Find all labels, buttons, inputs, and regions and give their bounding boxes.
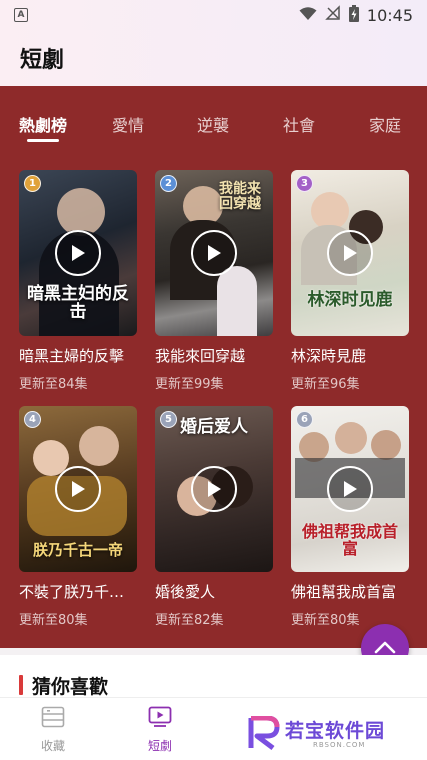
- drama-card[interactable]: 6 佛祖帮我成首富 佛祖幫我成首富 更新至80集: [291, 406, 409, 628]
- drama-title[interactable]: 我能來回穿越: [155, 345, 273, 366]
- play-icon[interactable]: [55, 230, 101, 276]
- rank-badge: 2: [160, 175, 177, 192]
- drama-card[interactable]: 4 朕乃千古一帝 不裝了朕乃千古一帝 更新至80集: [19, 406, 137, 628]
- play-icon[interactable]: [191, 230, 237, 276]
- status-left: A: [14, 8, 28, 22]
- drama-card[interactable]: 3 林深时见鹿 林深時見鹿 更新至96集: [291, 170, 409, 392]
- drama-update-status: 更新至82集: [155, 613, 224, 628]
- drama-title[interactable]: 婚後愛人: [155, 581, 273, 602]
- tab-society[interactable]: 社會: [283, 112, 315, 136]
- drama-card[interactable]: 1 暗黑主妇的反击 暗黑主婦的反擊 更新至84集: [19, 170, 137, 392]
- drama-poster[interactable]: 5 婚后爱人: [155, 406, 273, 572]
- watermark-logo-icon: [247, 715, 281, 754]
- nav-favorites[interactable]: 收藏: [13, 706, 93, 754]
- drama-poster[interactable]: 3 林深时见鹿: [291, 170, 409, 336]
- nav-short-drama[interactable]: 短劇: [120, 706, 200, 754]
- tv-play-icon: [148, 706, 172, 732]
- tab-family[interactable]: 家庭: [369, 112, 401, 136]
- section-accent-bar: [19, 675, 23, 695]
- rank-badge: 6: [296, 411, 313, 428]
- poster-title: 我能来回穿越: [219, 181, 261, 213]
- poster-title: 林深时见鹿: [307, 290, 393, 311]
- page-title: 短劇: [20, 48, 65, 73]
- rank-badge: 3: [296, 175, 313, 192]
- play-icon[interactable]: [327, 230, 373, 276]
- poster-title: 佛祖帮我成首富: [301, 521, 398, 559]
- wifi-icon: [299, 6, 317, 25]
- play-icon[interactable]: [327, 466, 373, 512]
- battery-charging-icon: [348, 4, 359, 26]
- rank-badge: 4: [24, 411, 41, 428]
- notification-a-icon: A: [14, 8, 28, 22]
- status-bar: A 10:45: [0, 0, 427, 30]
- status-right: 10:45: [299, 4, 413, 26]
- drama-update-status: 更新至84集: [19, 377, 88, 392]
- tab-hot-ranking[interactable]: 熱劇榜: [19, 112, 67, 136]
- drama-ranking-panel: 熱劇榜 愛情 逆襲 社會 家庭 1 暗黑主妇的反击 暗黑主婦的反擊 更新至84集…: [0, 86, 427, 648]
- drama-poster[interactable]: 4 朕乃千古一帝: [19, 406, 137, 572]
- nav-short-drama-label: 短劇: [147, 739, 172, 753]
- play-icon[interactable]: [55, 466, 101, 512]
- drama-title[interactable]: 林深時見鹿: [291, 345, 409, 366]
- recommend-section: 猜你喜歡: [0, 655, 427, 700]
- tab-active-underline: [27, 139, 59, 142]
- section-title: 猜你喜歡: [32, 676, 109, 698]
- drama-poster[interactable]: 6 佛祖帮我成首富: [291, 406, 409, 572]
- nav-favorites-label: 收藏: [40, 739, 65, 753]
- tab-comeback[interactable]: 逆襲: [197, 112, 229, 136]
- watermark-subtext: RBSON.COM: [313, 741, 366, 749]
- watermark-text: 若宝软件园: [285, 720, 386, 742]
- drama-card[interactable]: 5 婚后爱人 婚後愛人 更新至82集: [155, 406, 273, 628]
- drama-update-status: 更新至96集: [291, 377, 360, 392]
- drama-update-status: 更新至99集: [155, 377, 224, 392]
- drama-card[interactable]: 2 我能来回穿越 我能來回穿越 更新至99集: [155, 170, 273, 392]
- status-time: 10:45: [366, 5, 413, 25]
- drama-poster[interactable]: 1 暗黑主妇的反击: [19, 170, 137, 336]
- drama-title[interactable]: 佛祖幫我成首富: [291, 581, 409, 602]
- drama-poster[interactable]: 2 我能来回穿越: [155, 170, 273, 336]
- tab-romance[interactable]: 愛情: [112, 112, 144, 136]
- drama-title[interactable]: 不裝了朕乃千古一帝: [19, 581, 137, 602]
- category-tabs: 熱劇榜 愛情 逆襲 社會 家庭: [0, 86, 427, 156]
- app-header: 短劇: [0, 30, 427, 86]
- play-icon[interactable]: [191, 466, 237, 512]
- rank-badge: 1: [24, 175, 41, 192]
- poster-title: 暗黑主妇的反击: [27, 283, 129, 323]
- watermark: 若宝软件园 RBSON.COM: [247, 712, 417, 754]
- poster-title: 婚后爱人: [180, 417, 248, 437]
- drama-update-status: 更新至80集: [19, 613, 88, 628]
- signal-off-icon: [325, 5, 341, 25]
- drama-title[interactable]: 暗黑主婦的反擊: [19, 345, 137, 366]
- favorites-icon: [41, 706, 65, 732]
- poster-title: 朕乃千古一帝: [32, 540, 123, 559]
